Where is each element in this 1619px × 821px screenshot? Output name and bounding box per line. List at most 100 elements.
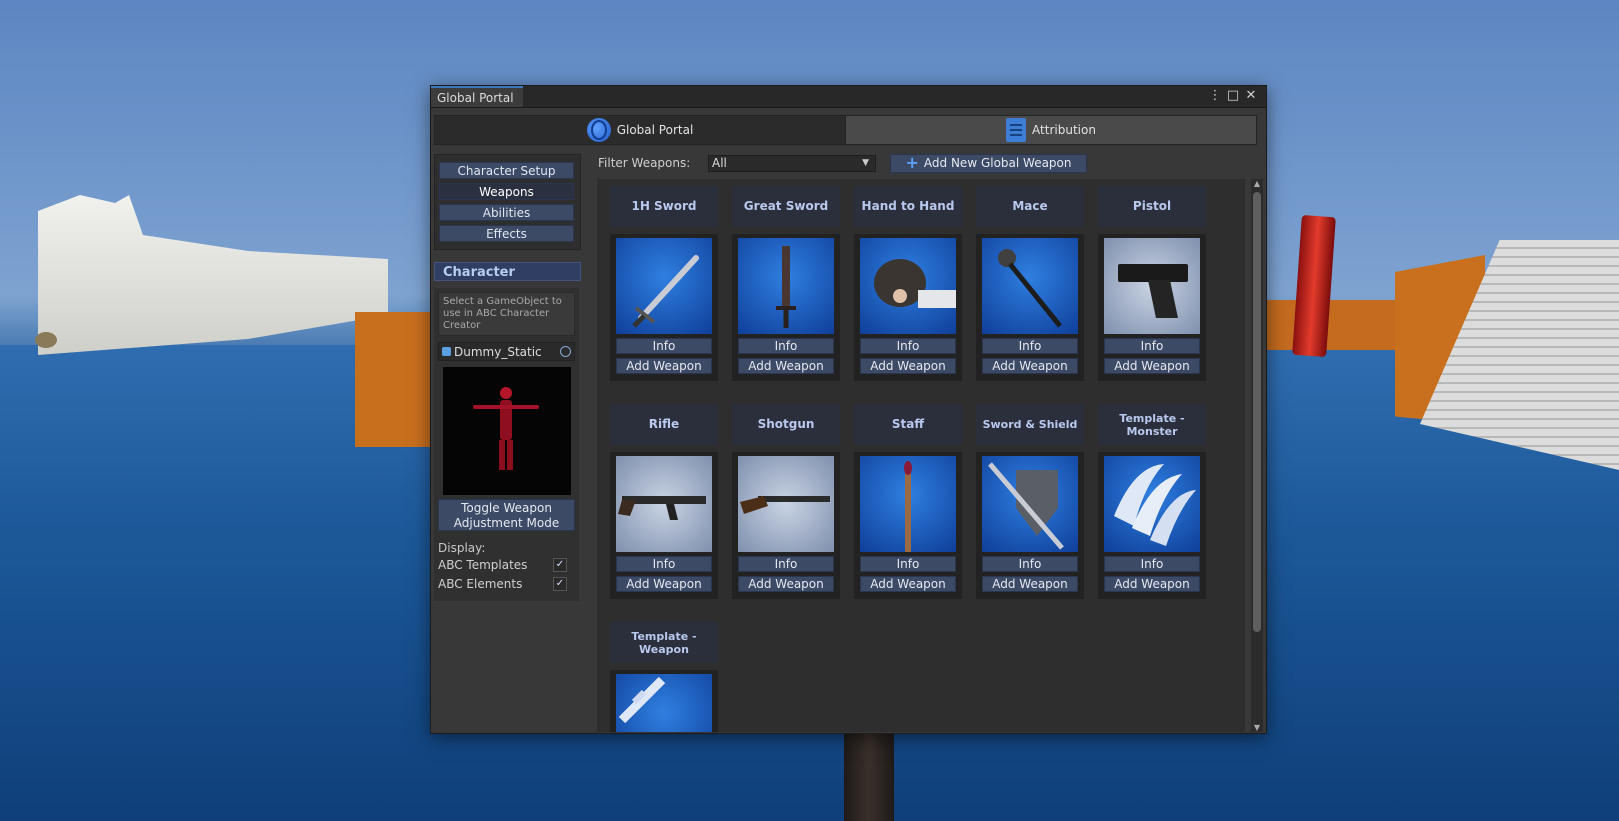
sidebar-item-weapons[interactable]: Weapons (439, 183, 574, 200)
weapon-card-mace: Mace Info Add Weapon (976, 186, 1084, 381)
add-weapon-button[interactable]: Add Weapon (860, 358, 956, 374)
character-preview (442, 367, 571, 495)
sword-shield-icon (982, 456, 1078, 552)
weapon-card-great-sword: Great Sword Info Add Weapon (732, 186, 840, 381)
info-button[interactable]: Info (738, 556, 834, 572)
weapons-scrollbar[interactable]: ▲ ▼ (1251, 179, 1263, 732)
tab-label: Global Portal (616, 123, 694, 137)
gameobject-field[interactable]: Dummy_Static (438, 342, 575, 361)
weapon-category-label: Shotgun (732, 404, 840, 445)
tab-global-portal[interactable]: Global Portal (434, 115, 846, 145)
gameobject-icon (442, 347, 451, 356)
sidebar-item-effects[interactable]: Effects (439, 225, 574, 242)
info-button[interactable]: Info (1104, 556, 1200, 572)
info-button[interactable]: Info (982, 338, 1078, 354)
great-sword-icon (738, 238, 834, 334)
scroll-down-icon[interactable]: ▼ (1251, 723, 1263, 732)
weapon-category-label: 1H Sword (610, 186, 718, 227)
gameobject-name: Dummy_Static (454, 344, 542, 359)
scene-orange-wall-left (355, 312, 430, 447)
abc-templates-checkbox[interactable]: ✓ (553, 557, 567, 572)
weapon-card-1h-sword: 1H Sword Info Add Weapon (610, 186, 718, 381)
add-weapon-button[interactable]: Add Weapon (982, 576, 1078, 592)
window-titlebar: Global Portal ⋮ □ ✕ (431, 86, 1266, 108)
add-weapon-button[interactable]: Add Weapon (738, 576, 834, 592)
filter-row: Filter Weapons: All ▼ + Add New Global W… (598, 152, 1238, 174)
add-weapon-button[interactable]: Add Weapon (860, 576, 956, 592)
filter-weapons-value: All (712, 155, 727, 170)
weapon-card-shotgun: Shotgun Info Add Weapon (732, 404, 840, 599)
character-panel: Select a GameObject to use in ABC Charac… (434, 288, 579, 601)
weapon-card-staff: Staff Info Add Weapon (854, 404, 962, 599)
filter-weapons-label: Filter Weapons: (598, 156, 691, 170)
weapon-card-rifle: Rifle Info Add Weapon (610, 404, 718, 599)
tab-label: Attribution (1032, 123, 1096, 137)
sword-icon (616, 238, 712, 334)
scene-character-legs (844, 730, 894, 821)
weapon-card-template-weapon: Template - Weapon (610, 622, 718, 732)
weapon-card-hand-to-hand: Hand to Hand Info Add Weapon (854, 186, 962, 381)
close-icon[interactable]: ✕ (1243, 87, 1259, 105)
abc-templates-label: ABC Templates (438, 557, 528, 572)
add-new-global-weapon-label: Add New Global Weapon (923, 156, 1072, 170)
window-title-tab[interactable]: Global Portal (431, 86, 523, 107)
add-weapon-button[interactable]: Add Weapon (982, 358, 1078, 374)
add-weapon-button[interactable]: Add Weapon (616, 358, 712, 374)
fist-icon (860, 238, 956, 334)
sidebar-item-abilities[interactable]: Abilities (439, 204, 574, 221)
abc-templates-row: ABC Templates ✓ (438, 555, 575, 574)
add-weapon-button[interactable]: Add Weapon (1104, 576, 1200, 592)
display-label: Display: (438, 541, 486, 555)
info-button[interactable]: Info (738, 338, 834, 354)
tab-attribution[interactable]: Attribution (845, 115, 1257, 145)
abc-elements-row: ABC Elements ✓ (438, 574, 575, 593)
sidebar-item-character-setup[interactable]: Character Setup (439, 162, 574, 179)
weapon-category-label: Great Sword (732, 186, 840, 227)
weapon-category-label: Mace (976, 186, 1084, 227)
document-edit-icon (1006, 118, 1027, 142)
character-model-icon (472, 387, 539, 472)
info-button[interactable]: Info (982, 556, 1078, 572)
plus-icon: + (905, 153, 919, 172)
scroll-up-icon[interactable]: ▲ (1251, 179, 1263, 188)
info-button[interactable]: Info (616, 338, 712, 354)
maximize-icon[interactable]: □ (1225, 87, 1241, 105)
weapon-card-sword-shield: Sword & Shield Info Add Weapon (976, 404, 1084, 599)
weapon-category-label: Sword & Shield (976, 404, 1084, 445)
globe-icon (586, 118, 611, 142)
add-weapon-button[interactable]: Add Weapon (1104, 358, 1200, 374)
toggle-weapon-adjustment-button[interactable]: Toggle Weapon Adjustment Mode (438, 499, 575, 531)
weapon-category-label: Rifle (610, 404, 718, 445)
info-button[interactable]: Info (860, 556, 956, 572)
shotgun-icon (738, 456, 834, 552)
weapon-category-label: Staff (854, 404, 962, 445)
scene-rock (35, 332, 57, 348)
staff-icon (860, 456, 956, 552)
object-picker-icon[interactable] (560, 346, 571, 357)
mace-icon (982, 238, 1078, 334)
global-portal-window: Global Portal ⋮ □ ✕ Global Portal Attrib… (430, 85, 1267, 734)
filter-weapons-select[interactable]: All ▼ (708, 154, 876, 172)
sidebar: Character Setup Weapons Abilities Effect… (434, 154, 581, 601)
weapon-category-label: Template - Weapon (610, 622, 718, 663)
add-weapon-button[interactable]: Add Weapon (738, 358, 834, 374)
sword-template-icon (616, 674, 712, 732)
weapon-category-label: Hand to Hand (854, 186, 962, 227)
add-new-global-weapon-button[interactable]: + Add New Global Weapon (890, 153, 1087, 173)
info-button[interactable]: Info (616, 556, 712, 572)
info-button[interactable]: Info (1104, 338, 1200, 354)
more-options-icon[interactable]: ⋮ (1207, 87, 1223, 105)
weapon-card-pistol: Pistol Info Add Weapon (1098, 186, 1206, 381)
weapons-grid: 1H Sword Info Add Weapon Great Sword Inf… (597, 179, 1245, 732)
add-weapon-button[interactable]: Add Weapon (616, 576, 712, 592)
weapon-category-label: Template - Monster (1098, 404, 1206, 445)
abc-elements-label: ABC Elements (438, 576, 523, 591)
info-button[interactable]: Info (860, 338, 956, 354)
scene-orange-wall-right (1255, 300, 1405, 350)
character-section-header: Character (434, 262, 581, 281)
weapon-card-template-monster: Template - Monster Info Add Weapon (1098, 404, 1206, 599)
rifle-icon (616, 456, 712, 552)
scroll-thumb[interactable] (1253, 192, 1261, 632)
abc-elements-checkbox[interactable]: ✓ (553, 576, 567, 591)
chevron-down-icon: ▼ (862, 157, 869, 168)
